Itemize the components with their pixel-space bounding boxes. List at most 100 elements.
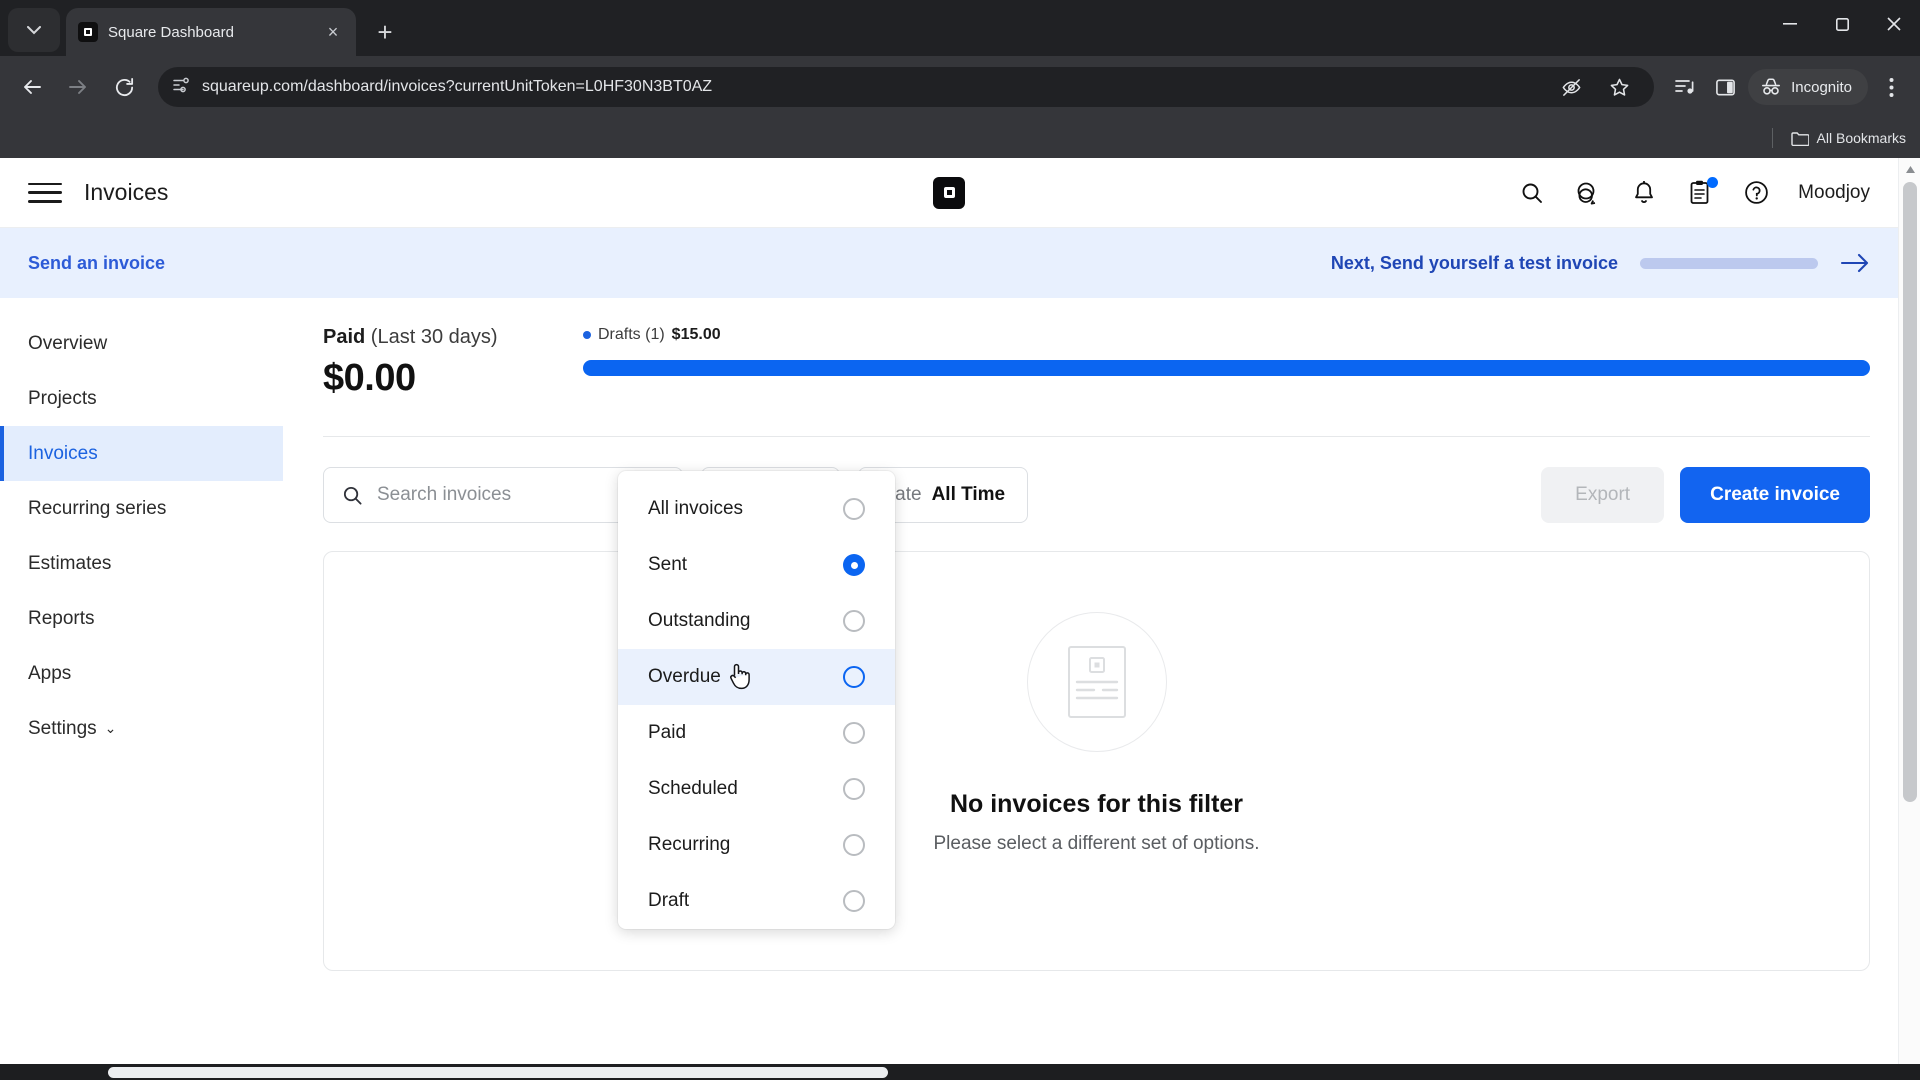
site-settings-icon[interactable]	[172, 76, 190, 99]
sidebar-item-projects[interactable]: Projects	[0, 371, 283, 426]
hidden-eye-icon[interactable]	[1554, 70, 1588, 104]
user-menu[interactable]: Moodjoy	[1798, 182, 1870, 204]
vertical-scrollbar[interactable]	[1898, 158, 1920, 1080]
help-icon[interactable]	[1742, 179, 1770, 207]
filter-option-outstanding[interactable]: Outstanding	[618, 593, 895, 649]
filter-option-all-invoices[interactable]: All invoices	[618, 481, 895, 537]
drafts-summary: Drafts (1) $15.00	[563, 326, 1870, 376]
filter-option-draft[interactable]: Draft	[618, 873, 895, 929]
horizontal-scrollbar-thumb[interactable]	[108, 1067, 888, 1078]
sidebar-item-recurring-series[interactable]: Recurring series	[0, 481, 283, 536]
square-dashboard-page: Invoices Moodjoy Send an invoice Next, S…	[0, 158, 1898, 1066]
hamburger-menu-icon[interactable]	[28, 180, 62, 206]
bookmarks-bar: All Bookmarks	[0, 118, 1920, 158]
arrow-right-icon[interactable]	[1840, 252, 1870, 274]
close-window-button[interactable]	[1868, 0, 1920, 48]
side-panel-icon[interactable]	[1708, 70, 1742, 104]
url-text: squareup.com/dashboard/invoices?currentU…	[202, 78, 713, 95]
radio-icon-selected[interactable]	[843, 554, 865, 576]
legend-dot-icon	[583, 331, 591, 339]
sidebar-nav: Overview Projects Invoices Recurring ser…	[0, 298, 283, 1066]
browser-window: Square Dashboard × + squareup.com/dashbo…	[0, 0, 1920, 1080]
sidebar-item-label: Reports	[28, 607, 95, 629]
radio-icon[interactable]	[843, 890, 865, 912]
paid-amount: $0.00	[323, 357, 416, 399]
close-tab-icon[interactable]: ×	[322, 21, 344, 43]
kebab-menu-icon[interactable]	[1874, 70, 1908, 104]
sidebar-item-estimates[interactable]: Estimates	[0, 536, 283, 591]
back-arrow-icon[interactable]	[12, 67, 52, 107]
radio-icon[interactable]	[843, 498, 865, 520]
sidebar-item-settings[interactable]: Settings ⌄	[0, 701, 283, 756]
search-icon	[343, 486, 362, 505]
page-body: Overview Projects Invoices Recurring ser…	[0, 298, 1898, 1066]
radio-icon-hovered[interactable]	[843, 666, 865, 688]
radio-icon[interactable]	[843, 778, 865, 800]
filter-option-label: Scheduled	[648, 778, 738, 799]
sidebar-item-overview[interactable]: Overview	[0, 316, 283, 371]
sidebar-item-label: Estimates	[28, 552, 112, 574]
bell-icon[interactable]	[1630, 179, 1658, 207]
all-bookmarks-button[interactable]: All Bookmarks	[1790, 130, 1906, 146]
radio-icon[interactable]	[843, 834, 865, 856]
browser-toolbar: squareup.com/dashboard/invoices?currentU…	[0, 56, 1920, 118]
incognito-label: Incognito	[1791, 78, 1852, 96]
paid-stats: Paid (Last 30 days) $0.00 Drafts (1) $15…	[323, 298, 1870, 400]
forward-arrow-icon[interactable]	[58, 67, 98, 107]
chevron-down-icon: ⌄	[104, 720, 117, 736]
create-invoice-button[interactable]: Create invoice	[1680, 467, 1870, 523]
sidebar-item-apps[interactable]: Apps	[0, 646, 283, 701]
new-tab-button[interactable]: +	[368, 15, 402, 49]
folder-icon	[1790, 131, 1809, 146]
filter-option-label: Sent	[648, 554, 688, 575]
filter-option-sent[interactable]: Sent	[618, 537, 895, 593]
radio-icon[interactable]	[843, 610, 865, 632]
send-an-invoice-link[interactable]: Send an invoice	[28, 253, 165, 274]
radio-icon[interactable]	[843, 722, 865, 744]
invoices-toolbar: Search invoices Filter Sent Date All Tim…	[323, 437, 1870, 523]
incognito-icon	[1762, 78, 1781, 95]
banner-next-step[interactable]: Next, Send yourself a test invoice	[1331, 252, 1870, 274]
maximize-button[interactable]	[1816, 0, 1868, 48]
search-icon[interactable]	[1518, 179, 1546, 207]
mouse-cursor-pointer	[730, 663, 750, 690]
sidebar-item-reports[interactable]: Reports	[0, 591, 283, 646]
filter-option-overdue[interactable]: Overdue	[618, 649, 895, 705]
horizontal-scrollbar[interactable]	[0, 1064, 1920, 1080]
messages-icon[interactable]	[1574, 179, 1602, 207]
reading-list-icon[interactable]	[1668, 70, 1702, 104]
filter-option-recurring[interactable]: Recurring	[618, 817, 895, 873]
banner-next-label: Next, Send yourself a test invoice	[1330, 252, 1618, 273]
invoice-document-icon	[1026, 612, 1167, 752]
main-content: Paid (Last 30 days) $0.00 Drafts (1) $15…	[283, 298, 1898, 1066]
sidebar-item-label: Recurring series	[28, 497, 167, 519]
bookmark-star-icon[interactable]	[1602, 70, 1636, 104]
filter-option-label: Draft	[648, 890, 690, 911]
filter-option-label: Outstanding	[648, 610, 751, 631]
filter-option-paid[interactable]: Paid	[618, 705, 895, 761]
page-viewport: Invoices Moodjoy Send an invoice Next, S…	[0, 158, 1920, 1080]
paid-label: Paid (Last 30 days)	[323, 326, 563, 349]
sidebar-item-invoices[interactable]: Invoices	[0, 426, 283, 481]
square-logo	[933, 176, 965, 209]
notification-badge	[1707, 176, 1719, 188]
vertical-scrollbar-thumb[interactable]	[1903, 182, 1917, 802]
browser-tab[interactable]: Square Dashboard ×	[66, 8, 356, 56]
paid-label-range: (Last 30 days)	[365, 326, 498, 348]
drafts-legend-amount: $15.00	[671, 326, 721, 343]
reload-icon[interactable]	[104, 67, 144, 107]
scroll-up-arrow-icon[interactable]	[1899, 158, 1920, 180]
filter-option-scheduled[interactable]: Scheduled	[618, 761, 895, 817]
sidebar-item-label: Projects	[28, 387, 97, 409]
minimize-button[interactable]	[1764, 0, 1816, 48]
export-button[interactable]: Export	[1541, 467, 1665, 523]
tab-title: Square Dashboard	[108, 23, 234, 41]
toolbar-actions: Export Create invoice	[1541, 467, 1870, 523]
drafts-legend-label: Drafts (1)	[598, 326, 665, 343]
clipboard-icon[interactable]	[1686, 176, 1719, 207]
address-bar[interactable]: squareup.com/dashboard/invoices?currentU…	[158, 67, 1655, 107]
incognito-indicator[interactable]: Incognito	[1748, 69, 1868, 105]
square-favicon	[78, 22, 98, 42]
tab-search-button[interactable]	[8, 8, 60, 52]
empty-state-card: No invoices for this filter Please selec…	[323, 551, 1870, 971]
